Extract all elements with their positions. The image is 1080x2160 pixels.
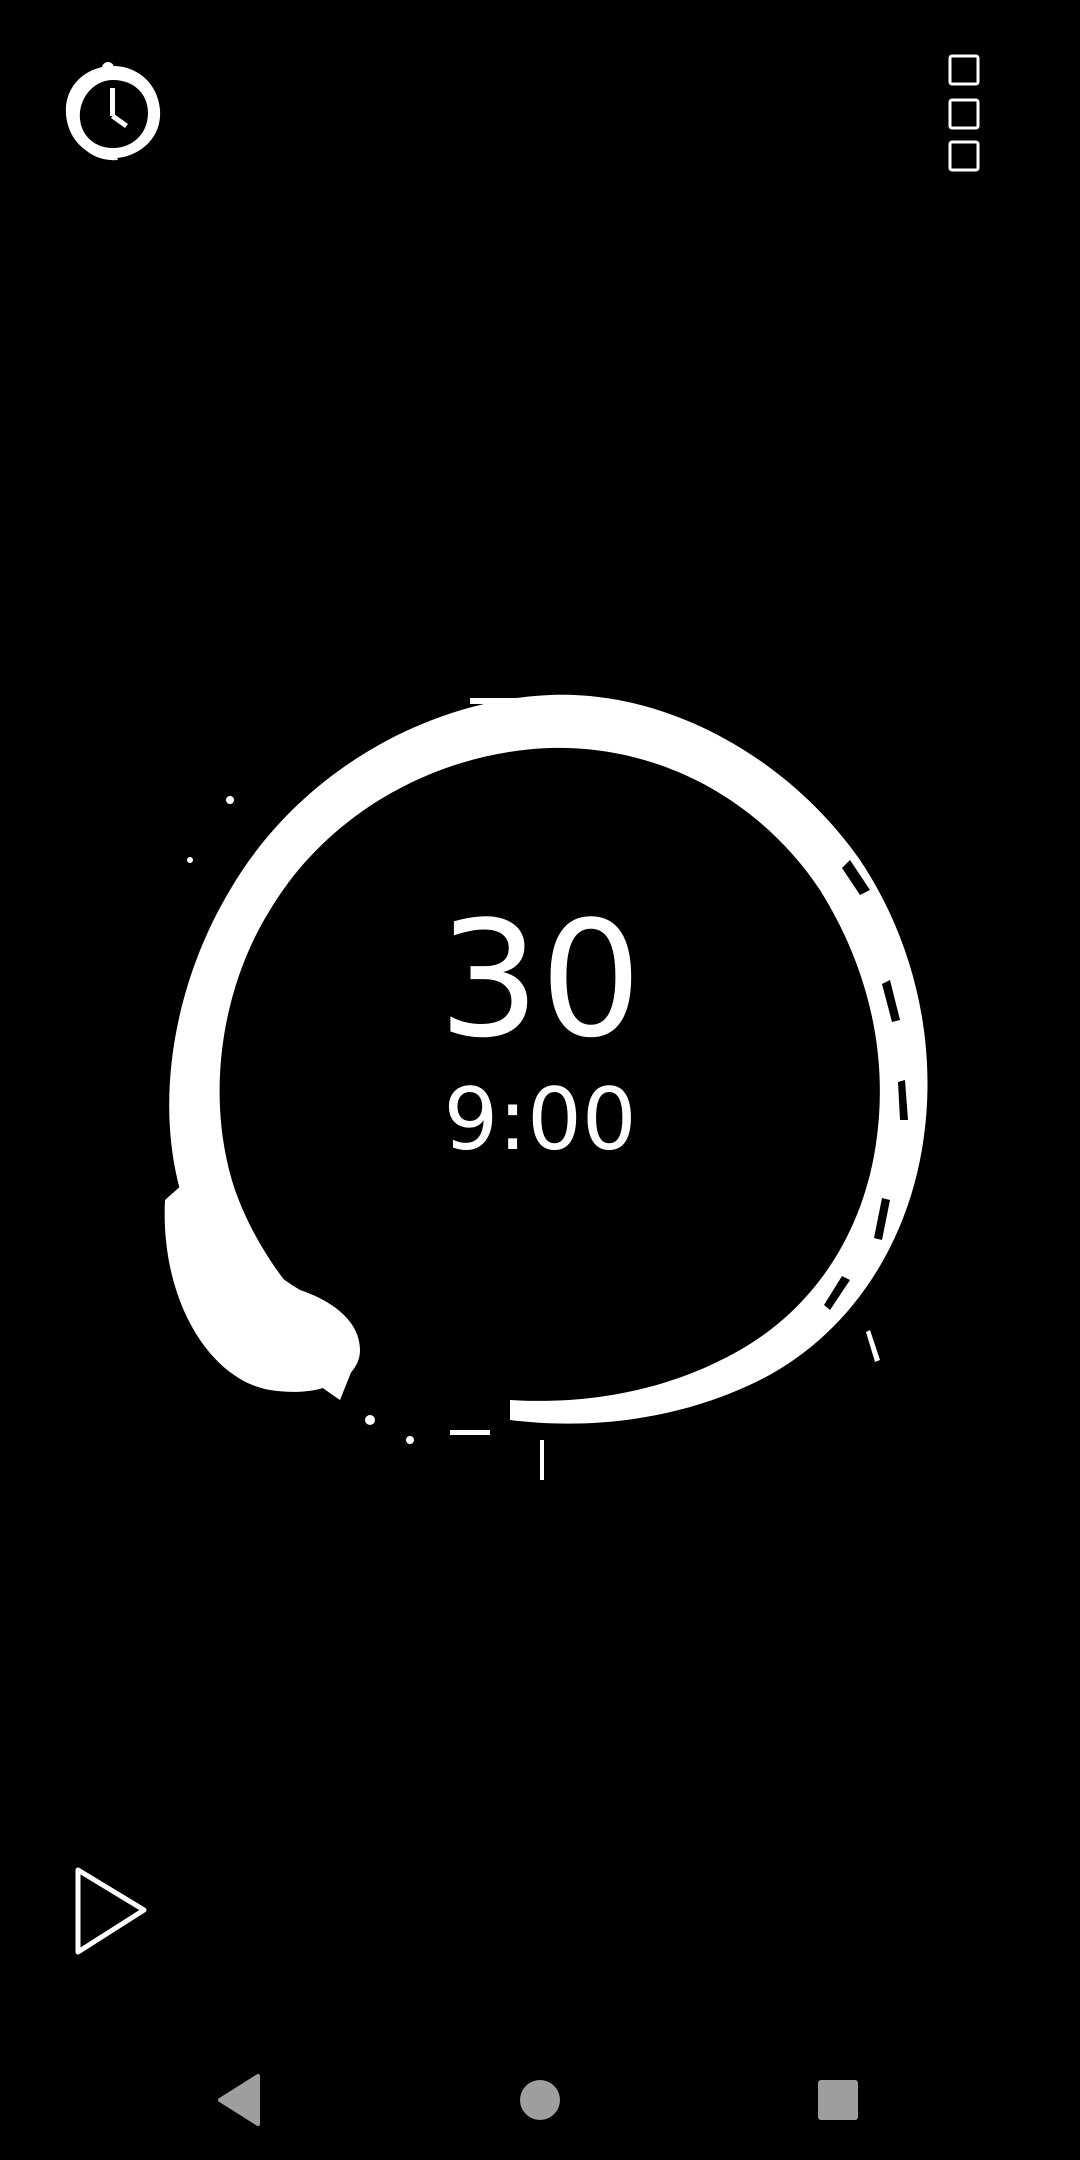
nav-recents-button[interactable] <box>798 2060 878 2140</box>
nav-home-button[interactable] <box>500 2060 580 2140</box>
nav-back-button[interactable] <box>200 2060 280 2140</box>
back-triangle-icon <box>218 2074 260 2126</box>
timer-settings-button[interactable] <box>58 58 168 168</box>
menu-squares-icon <box>948 54 980 172</box>
timer-clock-icon <box>65 62 161 161</box>
play-button[interactable] <box>70 1862 154 1958</box>
system-navigation-bar <box>0 2040 1080 2160</box>
play-icon <box>75 1867 147 1955</box>
home-circle-icon <box>520 2080 560 2120</box>
recents-square-icon <box>818 2080 858 2120</box>
menu-button[interactable] <box>940 52 990 180</box>
meditation-timer-screen: 30 9:00 <box>0 0 1080 2160</box>
timer-duration[interactable]: 9:00 <box>0 1070 1080 1170</box>
session-count: 30 <box>438 886 642 1073</box>
